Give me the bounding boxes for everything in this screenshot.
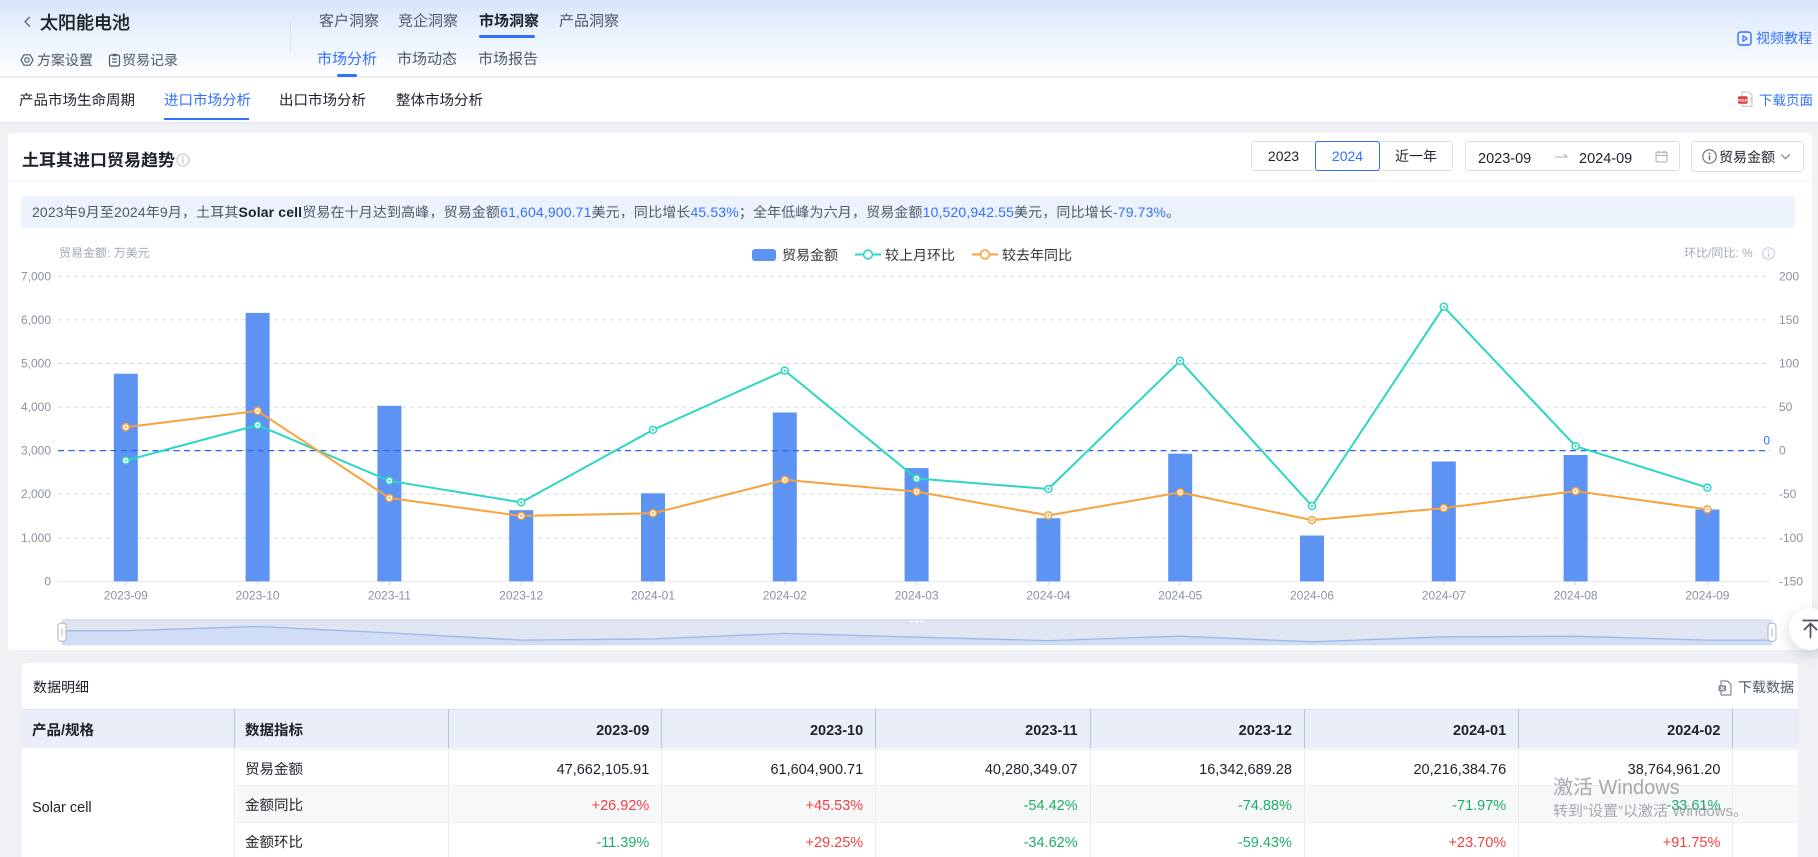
svg-text:4,000: 4,000	[21, 400, 51, 414]
svg-text:0: 0	[1779, 444, 1786, 458]
svg-text:150: 150	[1779, 313, 1799, 327]
svg-text:50: 50	[1779, 400, 1793, 414]
svg-text:2023-09: 2023-09	[104, 589, 148, 603]
svg-text:6,000: 6,000	[21, 313, 51, 327]
svg-text:200: 200	[1779, 269, 1799, 283]
svg-text:0: 0	[44, 574, 51, 588]
svg-text:2024-01: 2024-01	[631, 589, 675, 603]
svg-text:2024-04: 2024-04	[1026, 589, 1070, 603]
svg-text:2024-03: 2024-03	[895, 589, 939, 603]
svg-text:2024-08: 2024-08	[1554, 589, 1598, 603]
svg-text:2023-10: 2023-10	[236, 589, 280, 603]
svg-text:2024-09: 2024-09	[1685, 589, 1729, 603]
svg-text:-50: -50	[1779, 487, 1797, 501]
svg-text:2024-05: 2024-05	[1158, 589, 1202, 603]
svg-text:2,000: 2,000	[21, 487, 51, 501]
svg-text:2024-06: 2024-06	[1290, 589, 1334, 603]
svg-text:7,000: 7,000	[21, 269, 51, 283]
svg-text:100: 100	[1779, 357, 1799, 371]
svg-text:2024-02: 2024-02	[763, 589, 807, 603]
svg-text:-100: -100	[1779, 531, 1803, 545]
svg-text:1,000: 1,000	[21, 531, 51, 545]
svg-text:PDF: PDF	[1738, 98, 1747, 103]
svg-text:2023-12: 2023-12	[499, 589, 543, 603]
svg-text:0: 0	[1763, 434, 1770, 448]
svg-text:2023-11: 2023-11	[368, 589, 411, 603]
svg-text:5,000: 5,000	[21, 357, 51, 371]
svg-text:-150: -150	[1779, 574, 1803, 588]
svg-text:3,000: 3,000	[21, 444, 51, 458]
svg-text:2024-07: 2024-07	[1422, 589, 1466, 603]
